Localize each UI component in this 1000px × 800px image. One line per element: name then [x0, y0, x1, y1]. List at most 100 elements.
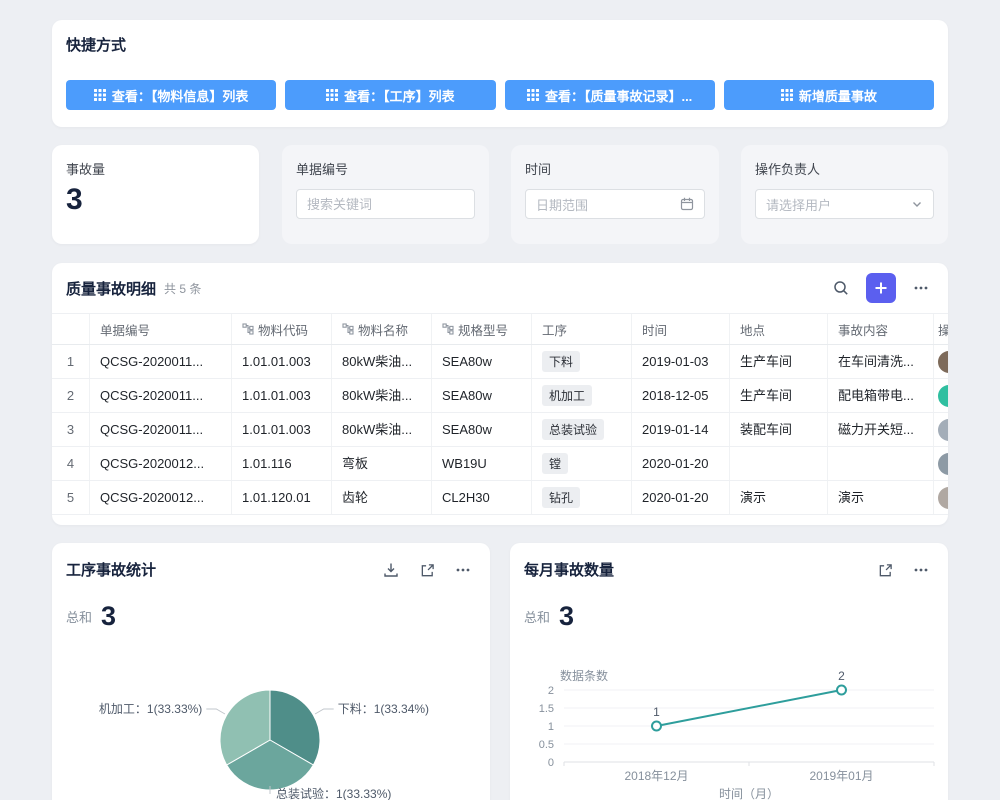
doc-search-input[interactable]	[296, 189, 475, 219]
table-row[interactable]: 5QCSG-2020012...1.01.120.01齿轮CL2H30钻孔202…	[52, 481, 948, 515]
row-number-cell: 3	[52, 413, 90, 446]
table-body: 1QCSG-2020011...1.01.01.00380kW柴油...SEA8…	[52, 345, 948, 515]
table-row[interactable]: 1QCSG-2020011...1.01.01.00380kW柴油...SEA8…	[52, 345, 948, 379]
more-button[interactable]	[908, 275, 934, 301]
grid-icon	[94, 89, 106, 101]
download-button[interactable]	[378, 557, 404, 583]
grid-icon	[326, 89, 338, 101]
avatar	[938, 487, 948, 509]
column-header-label: 时间	[642, 320, 667, 339]
chart-text: 0.5	[539, 739, 554, 751]
lookup-field-icon	[442, 323, 454, 335]
shortcut-button-4[interactable]: 新增质量事故	[724, 80, 934, 110]
place-cell: 演示	[730, 481, 828, 514]
shortcuts-card: 快捷方式 查看：【物料信息】列表 查看：【工序】列表查看：【质量事故记录】... 新…	[52, 20, 948, 127]
date-cell: 2018-12-05	[632, 379, 730, 412]
download-icon	[383, 562, 399, 578]
expand-icon	[878, 563, 893, 578]
material-name-cell: 齿轮	[332, 481, 432, 514]
doc-number-cell: QCSG-2020012...	[90, 481, 232, 514]
pie-card-toolbar	[378, 557, 476, 583]
user-select-placeholder: 请选择用户	[766, 195, 911, 214]
line-total-label: 总和	[524, 607, 550, 630]
shortcut-button-3[interactable]: 查看：【质量事故记录】...	[505, 80, 715, 110]
operator-cell	[934, 413, 948, 446]
place-cell	[730, 447, 828, 480]
column-header: 时间	[632, 314, 730, 344]
expand-button[interactable]	[872, 557, 898, 583]
chart-text: 2	[838, 669, 845, 683]
column-header: 物料代码	[232, 314, 332, 344]
process-cell: 镗	[532, 447, 632, 480]
material-code-cell: 1.01.01.003	[232, 413, 332, 446]
operator-cell	[934, 345, 948, 378]
chart-text: 下料：1(33.34%)	[338, 702, 429, 716]
filter-time: 时间 日期范围	[511, 145, 719, 244]
more-button[interactable]	[908, 557, 934, 583]
lookup-field-icon	[242, 323, 254, 335]
grid-icon	[781, 89, 793, 101]
content-cell: 配电箱带电...	[828, 379, 934, 412]
doc-number-cell: QCSG-2020011...	[90, 413, 232, 446]
plus-icon	[874, 281, 888, 295]
chart-text: 1.5	[539, 703, 554, 715]
line-total-stat: 总和 3	[524, 603, 574, 630]
process-cell: 机加工	[532, 379, 632, 412]
user-select[interactable]: 请选择用户	[755, 189, 934, 219]
expand-button[interactable]	[414, 557, 440, 583]
chart-text: 时间（月）	[719, 787, 779, 800]
table-toolbar	[828, 273, 934, 303]
operator-cell	[934, 447, 948, 480]
table-row[interactable]: 3QCSG-2020011...1.01.01.00380kW柴油...SEA8…	[52, 413, 948, 447]
process-cell: 总装试验	[532, 413, 632, 446]
data-point	[652, 722, 661, 731]
chart-text: 1	[653, 705, 660, 719]
date-cell: 2019-01-03	[632, 345, 730, 378]
column-header-label: 物料名称	[358, 320, 408, 339]
pie-label-line	[206, 709, 225, 714]
column-header: 单据编号	[90, 314, 232, 344]
data-table: 单据编号物料代码物料名称规格型号工序时间地点事故内容操作负责人 1QCSG-20…	[52, 313, 948, 525]
chart-text: 2018年12月	[624, 769, 688, 783]
accident-detail-table-card: 质量事故明细 共 5 条 单据编号物料代码物料名称规格型号工序时间地点事故内容操…	[52, 263, 948, 525]
add-record-button[interactable]	[866, 273, 896, 303]
date-range-placeholder: 日期范围	[536, 195, 680, 214]
line-card-toolbar	[872, 557, 934, 583]
more-button[interactable]	[450, 557, 476, 583]
row-number-cell: 2	[52, 379, 90, 412]
search-button[interactable]	[828, 275, 854, 301]
table-row-count: 共 5 条	[164, 280, 828, 297]
shortcuts-title: 快捷方式	[66, 34, 126, 55]
content-cell	[828, 447, 934, 480]
column-header: 规格型号	[432, 314, 532, 344]
operator-cell	[934, 481, 948, 514]
pie-chart-title: 工序事故统计	[66, 559, 156, 580]
column-header-label: 规格型号	[458, 320, 508, 339]
shortcut-button-1[interactable]: 查看：【物料信息】列表	[66, 80, 276, 110]
filter-doc-number: 单据编号	[282, 145, 489, 244]
column-header-label: 地点	[740, 320, 765, 339]
place-cell: 装配车间	[730, 413, 828, 446]
lookup-field-icon	[342, 323, 354, 335]
date-cell: 2020-01-20	[632, 447, 730, 480]
column-header-label: 工序	[542, 320, 567, 339]
column-header: 操作负责人	[934, 314, 948, 344]
stat-label: 事故量	[66, 159, 105, 178]
operator-filter-label: 操作负责人	[755, 159, 820, 178]
table-row[interactable]: 4QCSG-2020012...1.01.116弯板WB19U镗2020-01-…	[52, 447, 948, 481]
grid-icon	[527, 89, 539, 101]
chart-text: 0	[548, 757, 554, 769]
shortcut-button-label: 查看：【物料信息】列表	[112, 86, 249, 105]
material-name-cell: 80kW柴油...	[332, 379, 432, 412]
date-range-input[interactable]: 日期范围	[525, 189, 705, 219]
chart-text: 2019年01月	[809, 769, 873, 783]
table-row[interactable]: 2QCSG-2020011...1.01.01.00380kW柴油...SEA8…	[52, 379, 948, 413]
operator-cell	[934, 379, 948, 412]
table-header-row: 单据编号物料代码物料名称规格型号工序时间地点事故内容操作负责人	[52, 313, 948, 345]
line-chart: 数据条数00.511.5212018年12月22019年01月时间（月）	[510, 643, 948, 800]
stat-value: 3	[66, 183, 83, 217]
doc-number-cell: QCSG-2020012...	[90, 447, 232, 480]
chart-text: 2	[548, 685, 554, 697]
material-code-cell: 1.01.120.01	[232, 481, 332, 514]
shortcut-button-2[interactable]: 查看：【工序】列表	[285, 80, 495, 110]
